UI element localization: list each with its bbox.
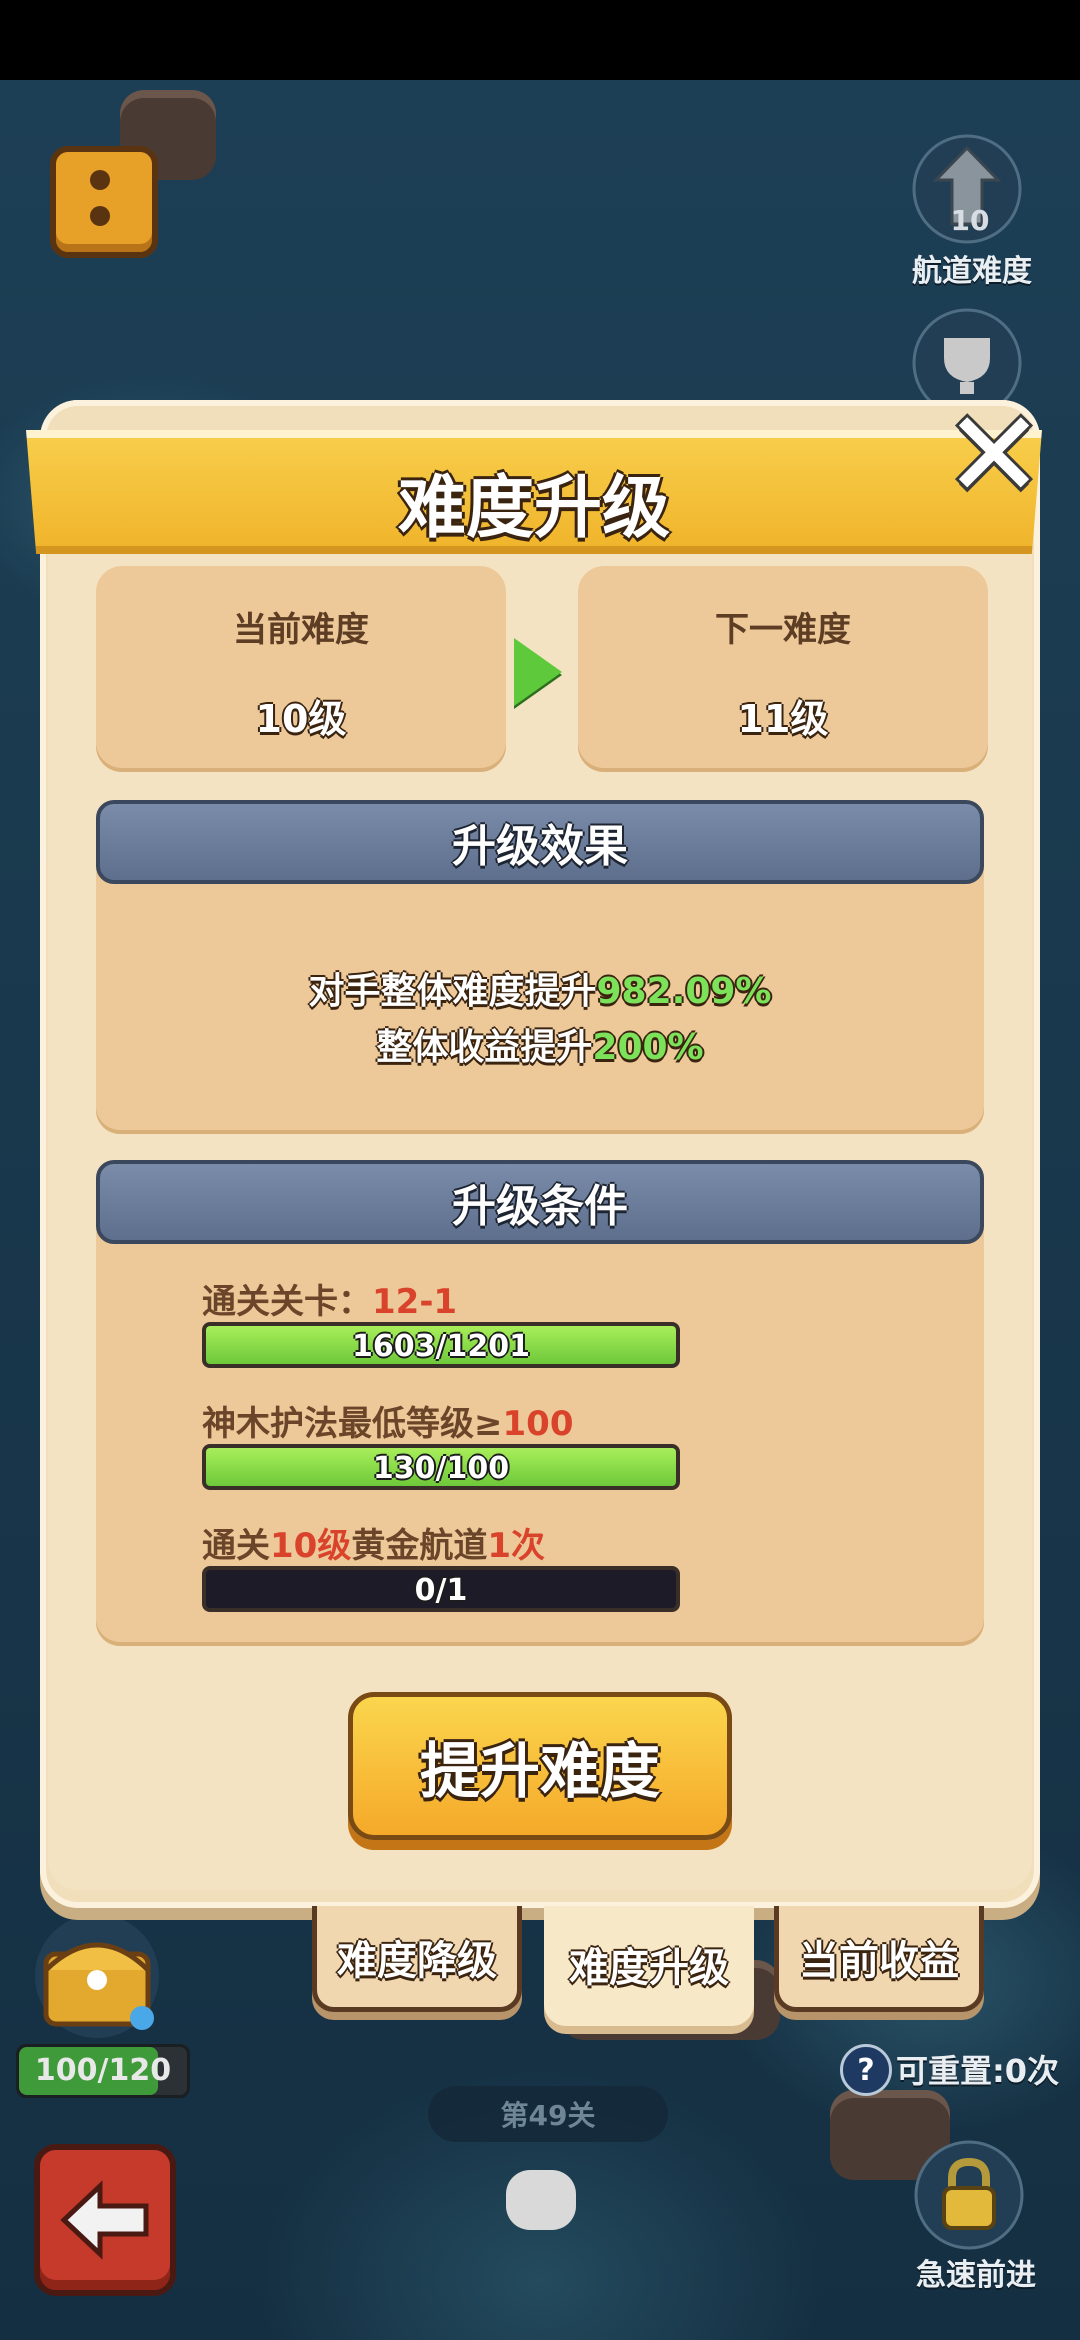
resettable-count-label: 可重置:0次 <box>896 2052 1060 2090</box>
chest-progress-bar: 100/120 <box>16 2044 190 2098</box>
next-difficulty-label: 下一难度 <box>715 610 851 650</box>
tab-current-income[interactable]: 当前收益 <box>774 1906 984 2012</box>
route-level-number: 10 <box>950 204 990 237</box>
lock-icon[interactable] <box>914 2140 1024 2250</box>
upgrade-effect-panel: 升级效果 对手整体难度提升982.09% 整体收益提升200% <box>96 800 984 1134</box>
arrow-left-icon <box>60 2180 149 2260</box>
upgrade-effect-header: 升级效果 <box>96 800 984 884</box>
effect-line-income-text: 整体收益提升 <box>376 1027 593 1068</box>
island <box>506 2170 576 2230</box>
status-bar <box>0 0 1080 80</box>
condition-text: 神木护法最低等级≥ <box>202 1404 503 1444</box>
condition-text: 通关 <box>202 1526 270 1566</box>
dialog-title: 难度升级 <box>397 469 670 548</box>
condition-highlight: 12-1 <box>372 1282 458 1322</box>
effect-line-opponent: 对手整体难度提升982.09% <box>96 962 984 1014</box>
chest-progress-text: 100/120 <box>34 2053 172 2088</box>
condition-label: 神木护法最低等级≥100 <box>202 1396 573 1445</box>
upgrade-difficulty-button[interactable]: 提升难度 <box>348 1692 732 1840</box>
effect-line-opponent-text: 对手整体难度提升 <box>308 971 597 1012</box>
condition-progress-text: 1603/1201 <box>352 1329 530 1364</box>
condition-highlight: 100 <box>502 1404 574 1444</box>
treasure-chest-icon[interactable] <box>22 1910 172 2040</box>
effect-line-income-value: 200% <box>592 1027 704 1068</box>
effect-line-income: 整体收益提升200% <box>96 1018 984 1070</box>
effect-line-opponent-value: 982.09% <box>596 971 772 1012</box>
close-icon[interactable]: ✕ <box>938 396 1050 516</box>
upgrade-conditions-header: 升级条件 <box>96 1160 984 1244</box>
condition-highlight: 1次 <box>487 1526 545 1566</box>
current-difficulty-label: 当前难度 <box>233 610 369 650</box>
menu-button[interactable] <box>50 146 158 258</box>
condition-progress-bar: 130/100 <box>202 1444 680 1490</box>
help-icon[interactable]: ? <box>840 2044 892 2096</box>
dialog-title-banner: 难度升级 <box>26 430 1042 554</box>
condition-text: 黄金航道 <box>351 1526 488 1566</box>
stage-label: 第49关 <box>428 2086 668 2142</box>
condition-progress-text: 130/100 <box>372 1451 510 1486</box>
route-difficulty-label: 航道难度 <box>912 254 1032 289</box>
current-difficulty-card: 当前难度 10级 <box>96 566 506 772</box>
condition-label: 通关10级黄金航道1次 <box>202 1518 545 1567</box>
condition-label: 通关关卡：12-1 <box>202 1274 457 1323</box>
condition-progress-bar: 0/1 <box>202 1566 680 1612</box>
next-difficulty-value: 11级 <box>737 697 829 741</box>
tab-downgrade[interactable]: 难度降级 <box>312 1906 522 2012</box>
arrow-right-icon <box>514 638 562 706</box>
condition-progress-text: 0/1 <box>414 1573 468 1608</box>
condition-progress-bar: 1603/1201 <box>202 1322 680 1368</box>
condition-text: 通关关卡： <box>202 1282 372 1322</box>
current-difficulty-value: 10级 <box>255 697 347 741</box>
condition-highlight: 10级 <box>270 1526 352 1566</box>
back-button[interactable] <box>34 2144 176 2296</box>
next-difficulty-card: 下一难度 11级 <box>578 566 988 772</box>
tab-upgrade[interactable]: 难度升级 <box>544 1906 754 2026</box>
rush-forward-label: 急速前进 <box>916 2258 1036 2293</box>
